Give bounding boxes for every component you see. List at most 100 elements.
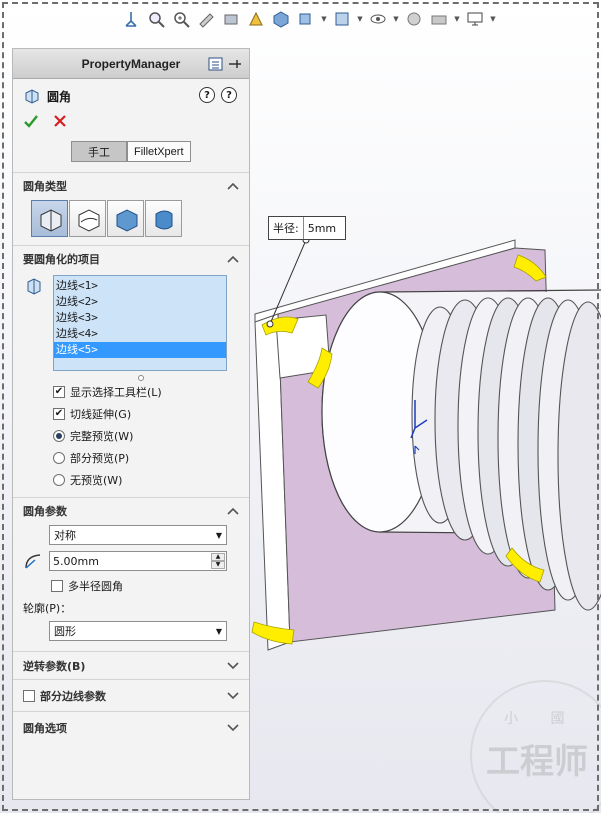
watermark-small: 小 國 [504,711,579,727]
model-view[interactable] [250,230,601,670]
radio-selected[interactable] [53,430,65,442]
constant-size-fillet-button[interactable] [31,200,68,237]
option-show-toolbar[interactable]: ✔ 显示选择工具栏(L) [13,381,249,403]
feature-name: 圆角 [47,89,72,104]
chevron-down-icon: ▼ [215,626,222,636]
ok-check-icon[interactable] [23,113,39,129]
list-item-selected[interactable]: 边线<5> [54,342,226,358]
cancel-x-icon[interactable] [53,114,67,128]
chevron-down-icon[interactable] [227,660,239,672]
whats-wrong-icon[interactable]: ? [199,87,215,103]
radio-label: 无预览(W) [70,474,123,487]
radio-partial-preview[interactable]: 部分预览(P) [13,447,249,469]
feature-title-row: 圆角 ? ? [13,83,249,109]
select-value: 对称 [54,529,76,542]
radius-input[interactable]: 5.00mm ▲ ▼ [49,551,227,571]
pm-toggle-icon[interactable] [208,56,224,72]
view-orient-icon[interactable] [120,8,142,30]
appearance-icon[interactable] [403,8,425,30]
tab-manual[interactable]: 手工 [71,141,127,162]
chevron-down-icon[interactable] [227,722,239,734]
list-item[interactable]: 边线<2> [54,294,226,310]
group-fillet-options[interactable]: 圆角选项 [13,711,249,743]
checkbox-checked[interactable]: ✔ [53,386,65,398]
checkbox-unchecked[interactable] [23,689,35,702]
tab-filletxpert[interactable]: FilletXpert [127,141,191,162]
group-setback[interactable]: 逆转参数(B) [13,651,249,679]
option-tangent-propagation[interactable]: ✔ 切线延伸(G) [13,403,249,425]
hide-show-icon[interactable] [331,8,353,30]
help-icon[interactable]: ? [221,87,237,103]
pm-header: PropertyManager [13,49,249,79]
watermark-logo: 小 國 工程师 [470,680,601,813]
view-orientation-icon[interactable] [270,8,292,30]
edge-selection-icon [27,278,41,295]
chevron-down-icon[interactable]: ▼ [489,15,497,23]
display-style-icon[interactable] [295,8,317,30]
radio-unselected[interactable] [53,474,65,486]
previous-view-icon[interactable] [195,8,217,30]
profile-select[interactable]: 圆形 ▼ [49,621,227,641]
zoom-area-icon[interactable] [170,8,192,30]
pin-icon[interactable] [227,56,243,72]
chevron-down-icon[interactable]: ▼ [453,15,461,23]
list-item[interactable]: 边线<1> [54,278,226,294]
group-fillet-type[interactable]: 圆角类型 [13,172,249,198]
radio-full-preview[interactable]: 完整预览(W) [13,425,249,447]
chevron-up-icon[interactable] [227,253,239,265]
radio-label: 部分预览(P) [70,452,130,465]
edge-list[interactable]: 边线<1> 边线<2> 边线<3> 边线<4> 边线<5> [53,275,227,371]
group-partial-title: 部分边线参数 [40,689,106,703]
property-manager: PropertyManager 圆角 ? ? 手工 FilletXpert 圆角… [12,48,250,800]
ok-cancel-row [13,109,249,133]
fillet-method-select[interactable]: 对称 ▼ [49,525,227,545]
variable-size-fillet-button[interactable] [69,200,106,237]
watermark-large: 工程师 [486,742,588,782]
pm-tabs: 手工 FilletXpert [71,141,249,162]
pm-title: PropertyManager [81,56,181,71]
group-fillet-type-title: 圆角类型 [23,179,67,193]
chevron-down-icon[interactable] [227,690,239,702]
group-items-to-fillet[interactable]: 要圆角化的项目 [13,245,249,271]
checkbox-checked[interactable]: ✔ [53,408,65,420]
group-params-title: 圆角参数 [23,504,67,518]
callout-value[interactable]: 5mm [304,222,336,235]
chevron-up-icon[interactable] [227,180,239,192]
radio-label: 完整预览(W) [70,430,134,443]
group-partial-edge[interactable]: 部分边线参数 [13,679,249,711]
items-section: 边线<1> 边线<2> 边线<3> 边线<4> 边线<5> [13,271,249,381]
zoom-to-fit-icon[interactable] [145,8,167,30]
chevron-down-icon[interactable]: ▼ [392,15,400,23]
section-view-icon[interactable] [220,8,242,30]
option-multi-radius[interactable]: 多半径圆角 [13,575,249,597]
chevron-down-icon[interactable]: ▼ [356,15,364,23]
chevron-down-icon: ▼ [215,530,222,540]
list-item[interactable]: 边线<4> [54,326,226,342]
profile-label-row: 轮廓(P)： [13,597,249,619]
face-fillet-button[interactable] [107,200,144,237]
radius-callout[interactable]: 半径: 5mm [268,216,346,240]
list-item[interactable]: 边线<3> [54,310,226,326]
chevron-down-icon[interactable]: ▼ [320,15,328,23]
radius-icon [25,554,41,569]
scene-icon[interactable] [428,8,450,30]
fillet-feature-icon [25,89,39,104]
group-items-title: 要圆角化的项目 [23,252,100,266]
option-label: 切线延伸(G) [70,408,132,421]
full-round-fillet-button[interactable] [145,200,182,237]
monitor-icon[interactable] [464,8,486,30]
checkbox-unchecked[interactable] [51,580,63,592]
radio-no-preview[interactable]: 无预览(W) [13,469,249,491]
dynamic-annotation-icon[interactable] [245,8,267,30]
spin-up-icon[interactable]: ▲ [211,553,225,561]
radio-unselected[interactable] [53,452,65,464]
resize-grip[interactable] [138,375,144,381]
option-label: 显示选择工具栏(L) [70,386,162,399]
group-fillet-params[interactable]: 圆角参数 [13,497,249,523]
profile-label: 轮廓(P)： [23,602,72,615]
callout-label: 半径: [269,217,304,239]
eye-icon[interactable] [367,8,389,30]
spin-down-icon[interactable]: ▼ [211,561,225,569]
chevron-up-icon[interactable] [227,505,239,517]
option-label: 多半径圆角 [68,580,123,593]
